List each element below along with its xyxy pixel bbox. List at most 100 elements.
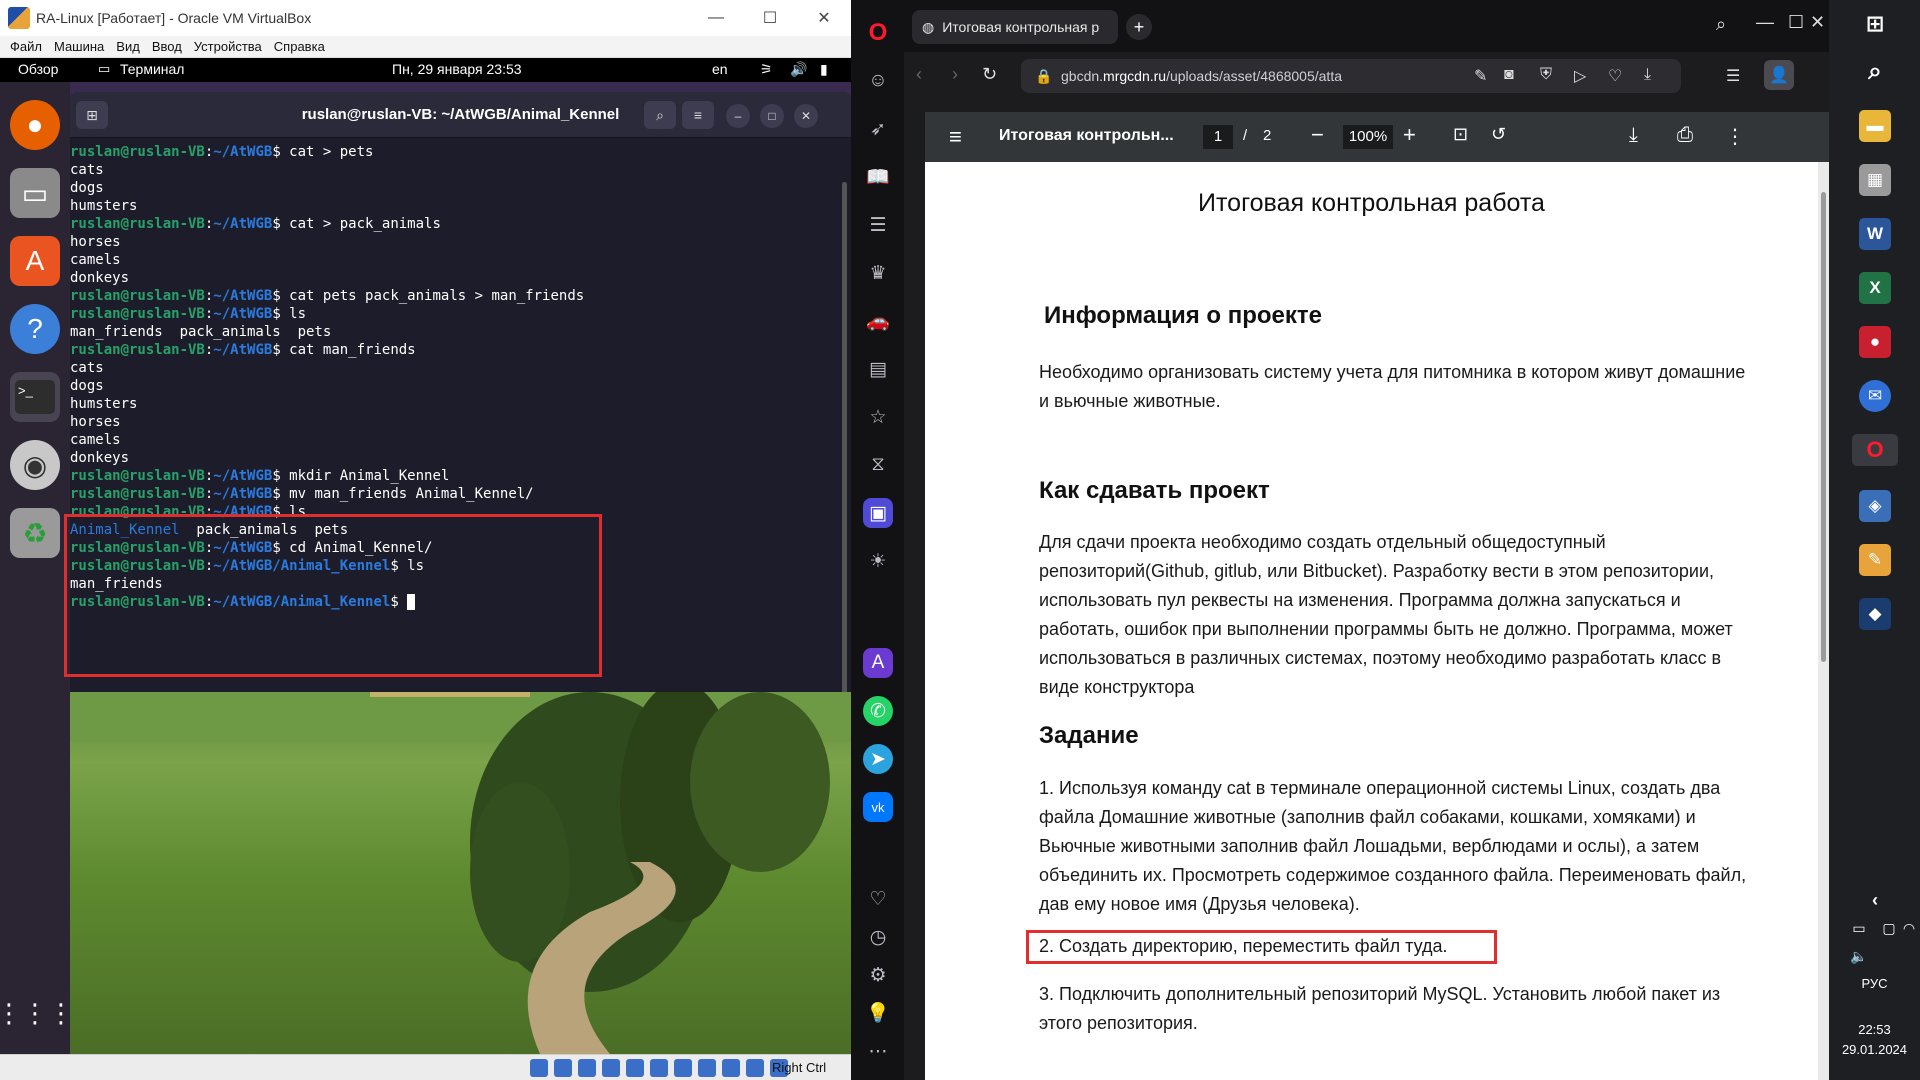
history-hourglass-icon[interactable]: ⧖ xyxy=(863,450,893,480)
sticky-icon[interactable]: ✎ xyxy=(1859,544,1891,576)
optical-icon[interactable] xyxy=(554,1059,572,1077)
telegram-icon[interactable]: ➤ xyxy=(863,744,893,774)
activities-button[interactable]: Обзор xyxy=(18,61,58,77)
workspaces-icon[interactable]: ▣ xyxy=(863,498,893,528)
pinboard-icon[interactable]: ☆ xyxy=(863,402,893,432)
easy-setup-icon[interactable]: ☰ xyxy=(1726,66,1740,86)
volume-icon[interactable]: 🔊 xyxy=(790,61,807,78)
new-tab-button[interactable]: + xyxy=(1126,14,1152,40)
opera-taskbar-icon[interactable]: O xyxy=(1852,434,1898,466)
display-icon[interactable] xyxy=(674,1059,692,1077)
search-icon[interactable]: ⌕ xyxy=(644,101,676,129)
wifi-icon[interactable]: ◠ xyxy=(1899,912,1919,944)
shield-icon[interactable]: ⛨ xyxy=(1540,66,1552,84)
pdf-scrollbar[interactable] xyxy=(1821,192,1826,662)
menu-view[interactable]: Вид xyxy=(116,39,140,54)
pdf-more-icon[interactable]: ⋮ xyxy=(1725,124,1745,149)
page-number-input[interactable]: 1 xyxy=(1203,125,1233,149)
more-dots-icon[interactable]: ⋯ xyxy=(863,1036,893,1066)
pdf-download-icon[interactable]: ⤓ xyxy=(1629,124,1638,147)
lightbulb-icon[interactable]: 💡 xyxy=(863,998,893,1028)
help-icon[interactable]: ? xyxy=(10,304,60,354)
network-adapter-icon[interactable] xyxy=(602,1059,620,1077)
menu-machine[interactable]: Машина xyxy=(54,39,104,54)
fit-page-icon[interactable]: ⊡ xyxy=(1453,124,1468,145)
pdf-viewer[interactable]: Итоговая контрольная работа Информация о… xyxy=(925,162,1829,1080)
menu-help[interactable]: Справка xyxy=(274,39,325,54)
maximize-icon[interactable]: □ xyxy=(760,104,784,128)
speed-dial-icon[interactable]: ➶ xyxy=(863,114,893,144)
vk-icon[interactable]: vk xyxy=(863,792,893,822)
vbox-titlebar[interactable]: RA-Linux [Работает] - Oracle VM VirtualB… xyxy=(0,0,851,36)
search-icon[interactable]: ⌕ xyxy=(1859,56,1891,88)
reading-icon[interactable]: 📖 xyxy=(863,162,893,192)
pdf-menu-icon[interactable]: ≡ xyxy=(949,124,962,150)
files-icon[interactable]: ▭ xyxy=(10,168,60,218)
close-icon[interactable]: ✕ xyxy=(1810,12,1825,33)
windows-start-icon[interactable]: ⊞ xyxy=(1859,8,1891,40)
hamburger-menu-icon[interactable]: ≡ xyxy=(682,101,714,129)
audio-icon[interactable] xyxy=(578,1059,596,1077)
play-icon[interactable]: ▷ xyxy=(1574,66,1586,86)
clock[interactable]: Пн, 29 января 23:53 xyxy=(392,61,522,77)
download-icon[interactable]: ⤓ xyxy=(1644,66,1651,84)
mouse-integration-icon[interactable] xyxy=(746,1059,764,1077)
app-icon[interactable]: ▦ xyxy=(1859,164,1891,196)
car-icon[interactable]: 🚗 xyxy=(863,306,893,336)
thunderbird-icon[interactable]: ✉ xyxy=(1859,380,1891,412)
close-icon[interactable]: ✕ xyxy=(797,0,851,36)
hdd-icon[interactable] xyxy=(530,1059,548,1077)
opera-logo-icon[interactable]: O xyxy=(863,18,893,48)
battery-icon[interactable]: ▮ xyxy=(820,61,828,78)
tab-pdf[interactable]: ◍ Итоговая контрольная р xyxy=(912,10,1118,44)
vscode-like-icon[interactable]: ◆ xyxy=(1859,598,1891,630)
firefox-icon[interactable]: ● xyxy=(10,100,60,150)
forward-icon[interactable]: › xyxy=(952,64,958,85)
taskbar-time[interactable]: 22:53 xyxy=(1829,1022,1920,1037)
virtualbox-taskbar-icon[interactable]: ◈ xyxy=(1859,490,1891,522)
print-icon[interactable]: ⎙ xyxy=(1677,124,1693,147)
theme-icon[interactable]: ☀ xyxy=(863,546,893,576)
terminal-headerbar[interactable]: ⊞ ruslan@ruslan-VB: ~/AtWGB/Animal_Kenne… xyxy=(70,92,851,138)
whatsapp-icon[interactable]: ✆ xyxy=(863,696,893,726)
close-icon[interactable]: ✕ xyxy=(794,104,818,128)
heart-icon[interactable]: ♡ xyxy=(863,884,893,914)
aria-app-icon[interactable]: A xyxy=(863,648,893,678)
volume-icon[interactable]: 🔈 xyxy=(1843,940,1875,972)
excel-icon[interactable]: X xyxy=(1859,272,1891,304)
menu-devices[interactable]: Устройства xyxy=(194,39,262,54)
usb-icon[interactable] xyxy=(626,1059,644,1077)
minimize-icon[interactable]: — xyxy=(1756,12,1774,33)
maximize-icon[interactable]: ☐ xyxy=(743,0,797,36)
aria-ai-icon[interactable]: ☺ xyxy=(863,66,893,96)
terminal-scrollbar[interactable] xyxy=(842,182,847,692)
show-apps-icon[interactable]: ⋮⋮⋮ xyxy=(0,988,74,1038)
profile-icon[interactable]: 👤 xyxy=(1764,60,1794,90)
reload-icon[interactable]: ↻ xyxy=(982,64,997,85)
trash-icon[interactable]: ♻ xyxy=(10,508,60,558)
rotate-icon[interactable]: ↺ xyxy=(1491,124,1506,145)
site-info-icon[interactable]: 🔒 xyxy=(1035,68,1052,85)
clock-icon[interactable]: ◷ xyxy=(863,922,893,952)
shared-folder-icon[interactable] xyxy=(650,1059,668,1077)
minimize-icon[interactable]: — xyxy=(689,0,743,36)
favorite-icon[interactable]: ♡ xyxy=(1608,66,1622,86)
taskbar-date[interactable]: 29.01.2024 xyxy=(1829,1042,1920,1057)
zoom-in-icon[interactable]: + xyxy=(1403,122,1416,148)
maximize-icon[interactable]: ☐ xyxy=(1788,12,1804,33)
terminal-icon[interactable]: >_ xyxy=(10,372,60,422)
menu-file[interactable]: Файл xyxy=(10,39,42,54)
input-language[interactable]: РУС xyxy=(1829,976,1920,991)
file-explorer-icon[interactable]: ▬ xyxy=(1859,110,1891,142)
cpu-icon[interactable] xyxy=(722,1059,740,1077)
search-tabs-icon[interactable]: ⌕ xyxy=(1716,14,1726,35)
document-icon[interactable]: ▤ xyxy=(863,354,893,384)
word-icon[interactable]: W xyxy=(1859,218,1891,250)
keyboard-layout[interactable]: en xyxy=(712,61,728,77)
snapshot-icon[interactable]: ◙ xyxy=(1504,66,1514,84)
menu-input[interactable]: Ввод xyxy=(152,39,182,54)
settings-gear-icon[interactable]: ⚙ xyxy=(863,960,893,990)
app-center-icon[interactable]: A xyxy=(10,236,60,286)
zoom-level-input[interactable]: 100% xyxy=(1343,125,1393,149)
list-icon[interactable]: ☰ xyxy=(863,210,893,240)
